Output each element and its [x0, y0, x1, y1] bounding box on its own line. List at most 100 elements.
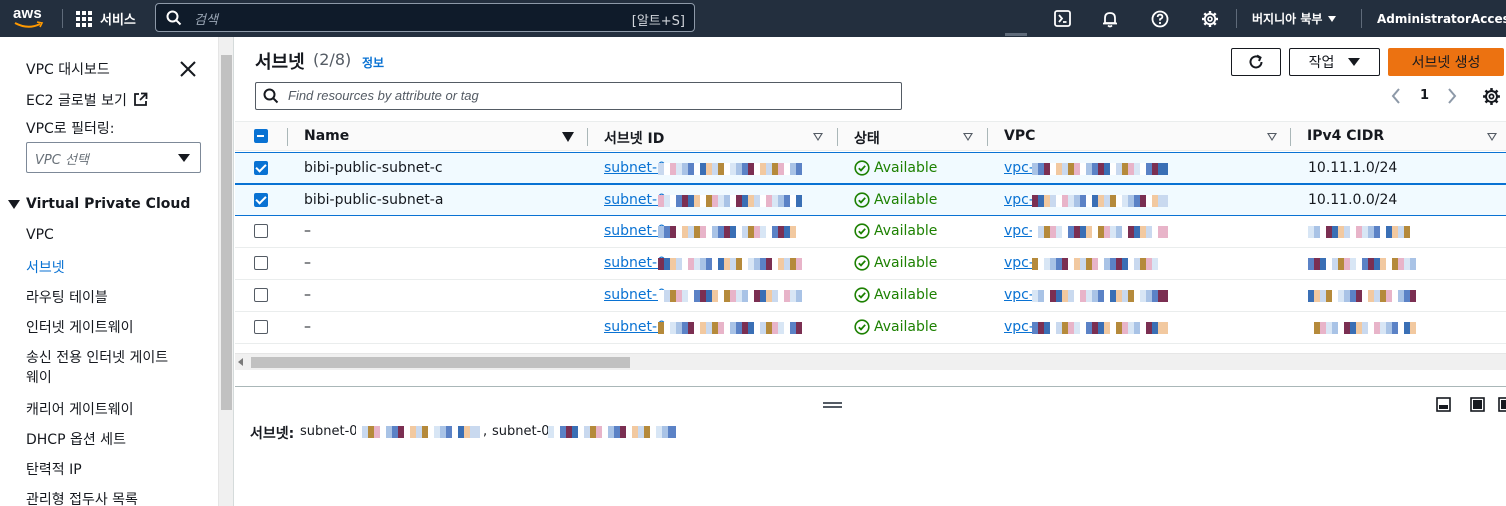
state-label: Available	[874, 192, 938, 208]
redacted-value	[658, 195, 802, 207]
detail-panel-label: 서브넷:	[250, 426, 295, 442]
search-shortcut: [알트+S]	[631, 14, 685, 29]
column-header-ipv4-cidr[interactable]: IPv4 CIDR	[1307, 128, 1384, 144]
create-subnet-button[interactable]: 서브넷 생성	[1388, 48, 1504, 76]
redacted-id	[548, 426, 676, 438]
grid-icon	[76, 10, 92, 27]
cloudshell-icon	[1053, 10, 1071, 27]
column-header-vpc[interactable]: VPC	[1004, 128, 1035, 144]
sidebar-link-ec2-global-view[interactable]: EC2 글로벌 보기	[26, 90, 148, 110]
cell-state: Available	[854, 192, 937, 208]
cell-subnet-id-link[interactable]: subnet-0	[604, 192, 666, 208]
scrollbar-thumb[interactable]	[251, 357, 630, 368]
nav-divider	[1236, 9, 1237, 28]
table-row[interactable]: – subnet-0 Available vpc-	[235, 312, 1506, 344]
column-header-subnet-id[interactable]: 서브넷 ID	[604, 128, 664, 148]
sidebar-item-vpc[interactable]: VPC	[26, 227, 54, 243]
cell-subnet-id-link[interactable]: subnet-0	[604, 255, 666, 271]
cell-subnet-id-link[interactable]: subnet-0	[604, 319, 666, 335]
sidebar-section-virtual-private-cloud[interactable]: Virtual Private Cloud	[8, 196, 190, 212]
settings-button[interactable]	[1195, 0, 1225, 37]
row-checkbox[interactable]	[254, 256, 268, 270]
panel-bottom-icon[interactable]	[1436, 397, 1451, 412]
nav-scroll-indicator	[1005, 33, 1027, 36]
sidebar-item-label: 송신 전용 인터넷 게이트	[26, 350, 169, 366]
info-link[interactable]: 정보	[362, 54, 384, 71]
region-selector[interactable]: 버지니아 북부	[1252, 0, 1337, 37]
next-page-icon[interactable]	[1445, 87, 1459, 105]
state-label: Available	[874, 255, 938, 271]
scrollbar-thumb[interactable]	[221, 55, 232, 410]
redacted-value	[1032, 290, 1168, 302]
sidebar-item-carrier-gateways[interactable]: 캐리어 게이트웨이	[26, 399, 134, 419]
resource-filter-input[interactable]: Find resources by attribute or tag	[255, 82, 902, 110]
redacted-value	[658, 226, 802, 238]
cell-vpc-link[interactable]: vpc-	[1004, 160, 1034, 176]
actions-label: 작업	[1308, 55, 1335, 71]
row-checkbox[interactable]	[254, 161, 268, 175]
sort-icon[interactable]	[963, 133, 973, 141]
sidebar-item-internet-gateways[interactable]: 인터넷 게이트웨이	[26, 317, 134, 337]
cell-subnet-id-link[interactable]: subnet-0	[604, 287, 666, 303]
cloudshell-button[interactable]	[1047, 0, 1077, 37]
redacted-value	[1308, 322, 1416, 334]
row-checkbox[interactable]	[254, 193, 268, 207]
redacted-value	[658, 163, 802, 175]
close-icon[interactable]	[179, 60, 197, 78]
search-icon	[263, 88, 279, 104]
sidebar-item-egress-only-igw[interactable]: 송신 전용 인터넷 게이트 웨이	[26, 347, 168, 387]
check-circle-icon	[854, 255, 870, 271]
actions-button[interactable]: 작업	[1289, 48, 1380, 76]
row-checkbox[interactable]	[254, 320, 268, 334]
account-menu[interactable]: AdministratorAccess	[1377, 0, 1506, 37]
sort-icon[interactable]	[1487, 133, 1497, 141]
refresh-button[interactable]	[1231, 48, 1281, 76]
table-row[interactable]: – subnet-0 Available vpc-	[235, 280, 1506, 312]
sidebar-link-vpc-dashboard[interactable]: VPC 대시보드	[26, 59, 110, 79]
cell-subnet-id-link[interactable]: subnet-0	[604, 223, 666, 239]
cell-vpc-link[interactable]: vpc-	[1004, 192, 1034, 208]
aws-logo[interactable]: aws	[12, 4, 48, 32]
column-divider	[837, 128, 838, 146]
sidebar-scrollbar[interactable]	[218, 37, 233, 506]
notifications-button[interactable]	[1095, 0, 1125, 37]
sidebar-item-dhcp-options[interactable]: DHCP 옵션 세트	[26, 429, 126, 449]
cell-vpc-link[interactable]: vpc-	[1004, 255, 1034, 271]
column-header-state[interactable]: 상태	[854, 128, 880, 148]
table-preferences-gear-icon[interactable]	[1482, 87, 1501, 106]
select-all-checkbox[interactable]	[254, 129, 268, 143]
sort-icon[interactable]	[1267, 133, 1277, 141]
table-row[interactable]: – subnet-0 Available vpc-	[235, 248, 1506, 280]
sort-descending-icon[interactable]	[562, 132, 574, 142]
cell-vpc-link[interactable]: vpc-	[1004, 287, 1034, 303]
table-horizontal-scrollbar[interactable]	[235, 353, 1506, 370]
services-menu-button[interactable]: 서비스	[76, 0, 136, 37]
help-button[interactable]	[1145, 0, 1175, 37]
sidebar-item-route-tables[interactable]: 라우팅 테이블	[26, 287, 108, 307]
row-checkbox[interactable]	[254, 288, 268, 302]
vpc-filter-select[interactable]: VPC 선택	[26, 142, 201, 173]
cell-subnet-id-link[interactable]: subnet-0	[604, 160, 666, 176]
column-header-name[interactable]: Name	[304, 128, 349, 144]
table-row[interactable]: bibi-public-subnet-c subnet-0 Available vpc…	[235, 152, 1506, 184]
sidebar-item-subnets[interactable]: 서브넷	[26, 257, 65, 277]
cell-vpc-link[interactable]: vpc-	[1004, 319, 1034, 335]
sidebar-section-title: Virtual Private Cloud	[26, 196, 191, 212]
scroll-left-icon[interactable]	[238, 358, 243, 366]
previous-page-icon[interactable]	[1389, 87, 1403, 105]
panel-side-icon[interactable]	[1498, 397, 1506, 412]
panel-full-icon[interactable]	[1470, 397, 1485, 412]
caret-down-icon	[1348, 58, 1361, 66]
table-row[interactable]: – subnet-0 Available vpc-	[235, 216, 1506, 248]
sidebar-item-elastic-ips[interactable]: 탄력적 IP	[26, 459, 82, 479]
cell-state: Available	[854, 160, 937, 176]
page-number[interactable]: 1	[1420, 88, 1429, 103]
chevron-down-icon	[1328, 15, 1337, 22]
row-checkbox[interactable]	[254, 224, 268, 238]
cell-vpc-link[interactable]: vpc-	[1004, 223, 1034, 239]
resize-handle-icon[interactable]	[823, 402, 842, 408]
sidebar-item-prefix-lists[interactable]: 관리형 접두사 목록	[26, 489, 138, 506]
table-row[interactable]: bibi-public-subnet-a subnet-0 Available vpc…	[235, 184, 1506, 216]
search-input[interactable]: 검색 [알트+S]	[155, 3, 695, 32]
sort-icon[interactable]	[813, 133, 823, 141]
